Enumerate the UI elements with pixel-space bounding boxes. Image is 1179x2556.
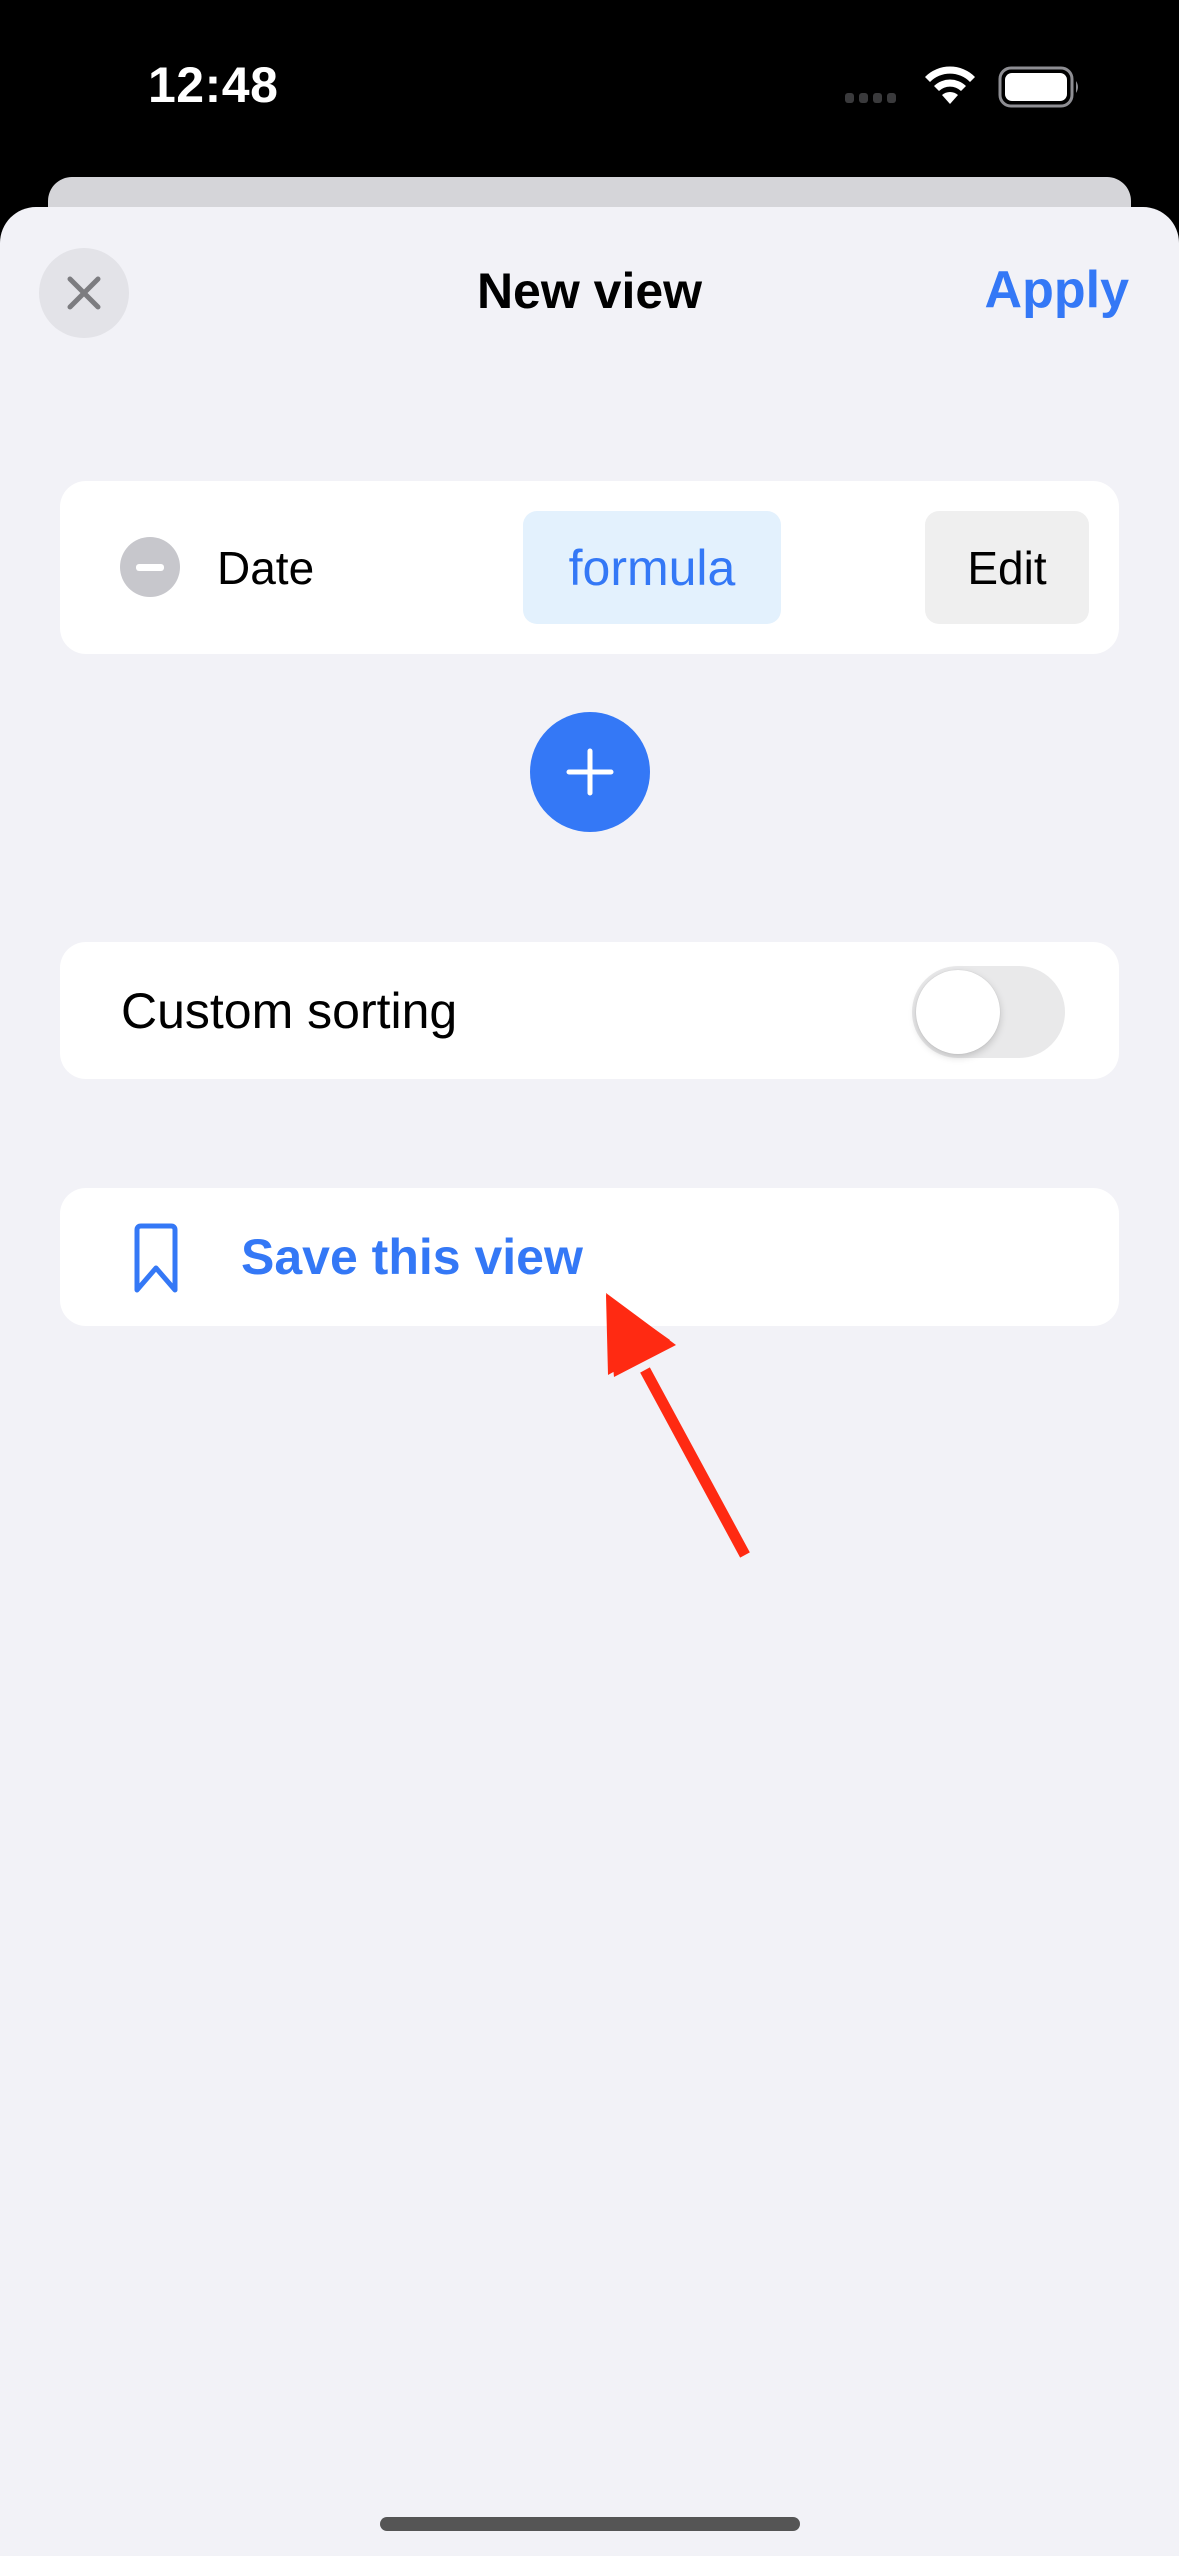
- custom-sorting-row: Custom sorting: [60, 942, 1119, 1079]
- apply-button[interactable]: Apply: [985, 260, 1129, 320]
- plus-circle-icon: [566, 748, 614, 796]
- filter-row: Date formula Edit: [60, 481, 1119, 654]
- add-filter-button[interactable]: [530, 712, 650, 832]
- edit-filter-button[interactable]: Edit: [925, 511, 1089, 624]
- wifi-icon: [925, 66, 975, 104]
- filter-value-chip[interactable]: formula: [523, 511, 781, 624]
- status-time: 12:48: [148, 57, 279, 113]
- save-view-label: Save this view: [241, 1229, 583, 1285]
- custom-sorting-toggle[interactable]: [912, 966, 1065, 1058]
- custom-sorting-label: Custom sorting: [121, 983, 458, 1039]
- toggle-knob: [916, 970, 1000, 1054]
- bookmark-icon: [134, 1223, 178, 1293]
- cellular-signal-icon: [845, 93, 896, 103]
- remove-filter-button[interactable]: [120, 537, 180, 597]
- annotation-arrow-icon: [606, 1293, 750, 1558]
- home-indicator[interactable]: [380, 2517, 800, 2531]
- battery-icon: [998, 66, 1078, 108]
- filter-field-label: Date: [217, 542, 315, 594]
- status-bar: 12:48: [0, 0, 1179, 170]
- minus-circle-icon: [136, 563, 164, 571]
